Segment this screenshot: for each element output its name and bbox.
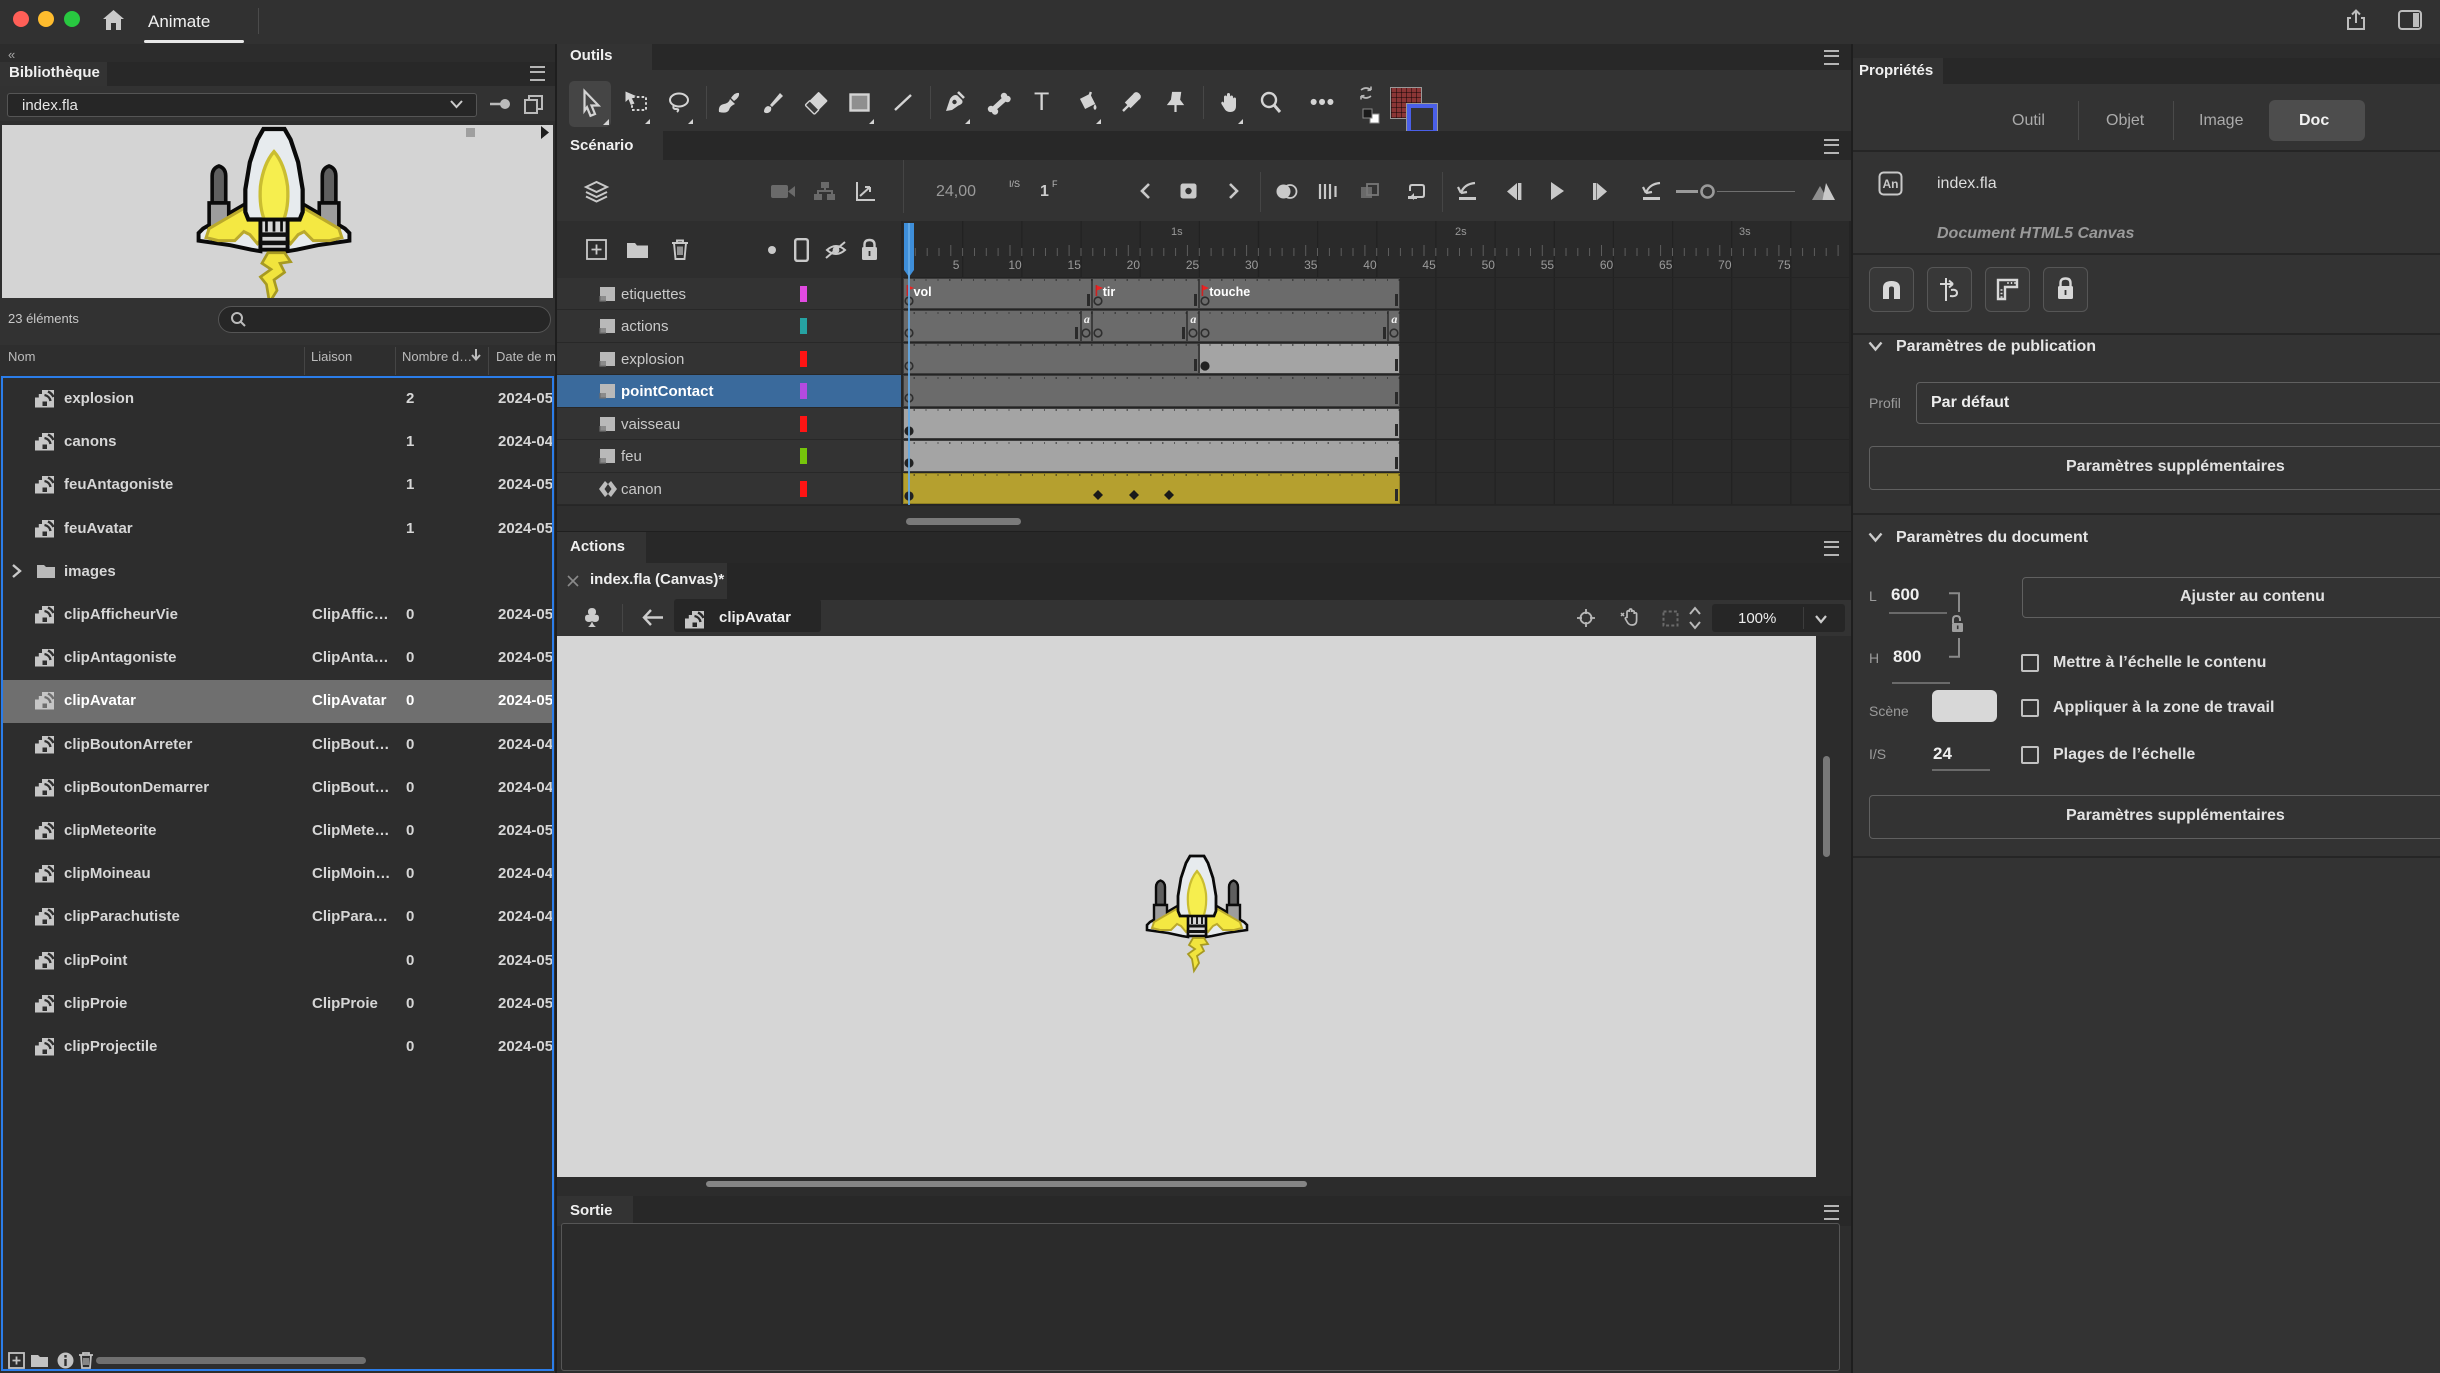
svg-text:An: An <box>1883 177 1899 191</box>
